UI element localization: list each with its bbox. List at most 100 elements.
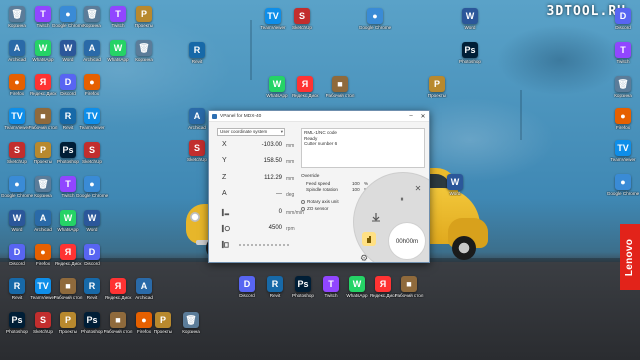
shortcut-label: Firefox [84, 91, 100, 96]
shortcut-label: Discord [84, 261, 100, 266]
desktop-shortcut[interactable]: ■ Рабочий стол [325, 76, 355, 110]
spindle-rotation-label: Spindle rotation [306, 187, 338, 192]
axis-label: X [222, 141, 227, 148]
shortcut-icon: W [60, 40, 76, 56]
desktop-shortcut[interactable]: R Revit [182, 42, 212, 76]
shortcut-icon: T [323, 276, 339, 292]
status-display: RML-1/NC code Ready Cutter number 6 [301, 128, 425, 168]
shortcut-icon: S [9, 142, 25, 158]
desktop-shortcut[interactable]: D Discord [77, 244, 107, 278]
pause-button[interactable]: ⏸ [397, 195, 407, 205]
vpanel-window[interactable]: VPanel for MDX-40 – ✕ User coordinate sy… [208, 110, 430, 263]
axis-row-z: Z 112.29 mm [212, 172, 298, 187]
axis-label: A [222, 190, 227, 197]
shortcut-icon: A [136, 278, 152, 294]
desktop-shortcut[interactable]: ● Google Chrome [76, 176, 108, 210]
desktop-shortcut[interactable]: W Word [77, 210, 107, 244]
shortcut-icon: ■ [60, 278, 76, 294]
desktop-shortcut[interactable]: P Проекты [422, 76, 452, 110]
desktop-shortcut[interactable]: ● Google Chrome [359, 8, 391, 42]
coordinate-system-select[interactable]: User coordinate system ▾ [217, 128, 285, 136]
shortcut-icon: S [189, 140, 205, 156]
shortcut-label: Photoshop [459, 59, 481, 64]
shortcut-label: Word [449, 191, 461, 196]
shortcut-label: Word [86, 227, 98, 232]
desktop-shortcut[interactable]: A Archicad [129, 278, 159, 312]
shortcut-icon: T [110, 6, 126, 22]
move-to-origin-button[interactable] [370, 211, 382, 223]
shortcut-label: Word [464, 25, 476, 30]
shortcut-icon: W [462, 8, 478, 24]
shortcut-icon: W [9, 210, 25, 226]
desktop-shortcut[interactable]: D Discord [608, 8, 638, 42]
desktop-shortcut[interactable]: ● Google Chrome [607, 174, 639, 208]
desktop-shortcut[interactable]: W Word [455, 8, 485, 42]
axis-label: Y [222, 157, 227, 164]
desktop-shortcut[interactable]: 🗑 Корзина [129, 40, 159, 74]
spindle-icon [221, 224, 230, 233]
desktop-shortcut[interactable]: TV TeamViewer [77, 108, 107, 142]
axis-row-y: Y 158.50 mm [212, 155, 298, 170]
shortcut-icon: P [60, 312, 76, 328]
axis-unit: deg [286, 191, 295, 198]
radio-icon [301, 199, 305, 204]
desktop-shortcut[interactable]: Я Яндекс.Диск [290, 76, 320, 110]
feed-rate-icon [221, 208, 230, 217]
settings-gear-icon[interactable]: ⚙ [358, 252, 370, 263]
shortcut-icon: P [155, 312, 171, 328]
axis-unit: mm [286, 158, 295, 165]
desktop-shortcut[interactable]: TV TeamViewer [258, 8, 288, 42]
desktop-shortcut[interactable]: P Проекты [129, 6, 159, 40]
desktop-shortcut[interactable]: W Word [440, 174, 470, 208]
close-button[interactable]: ✕ [417, 111, 429, 122]
shortcut-icon: ● [367, 8, 383, 24]
desktop-shortcut[interactable]: S SketchUp [77, 142, 107, 176]
close-x-icon[interactable]: ✕ [413, 183, 423, 193]
shortcut-icon: R [60, 108, 76, 124]
desktop-shortcut[interactable]: ● Firefox [77, 74, 107, 108]
desktop-shortcut[interactable]: Ps Photoshop [455, 42, 485, 76]
car-headlight [190, 212, 200, 222]
view-button[interactable] [362, 232, 376, 246]
axis-value: 112.29 [264, 175, 282, 181]
axis-unit: mm [286, 142, 295, 149]
desktop-shortcut[interactable]: 🗑 Корзина [608, 76, 638, 110]
status-line: Cutter number 6 [304, 141, 338, 147]
shortcut-label: Archicad [135, 295, 153, 300]
shortcut-icon: Я [297, 76, 313, 92]
axis-value: -103.00 [261, 142, 282, 148]
shortcut-icon: ● [9, 74, 25, 90]
shortcut-icon: W [60, 210, 76, 226]
desktop-shortcut[interactable]: ● Firefox [608, 108, 638, 142]
desktop-shortcut[interactable]: 🗑 Корзина [176, 312, 206, 346]
axis-label: Z [222, 174, 227, 181]
shortcut-icon: W [35, 40, 51, 56]
desktop-shortcut[interactable]: T Twitch [608, 42, 638, 76]
shortcut-icon: S [35, 312, 51, 328]
axis-row-a: A --- deg [212, 188, 298, 203]
window-titlebar[interactable]: VPanel for MDX-40 – ✕ [209, 111, 429, 122]
desktop-shortcut[interactable]: S SketchUp [287, 8, 317, 42]
shortcut-icon: D [615, 8, 631, 24]
shortcut-icon: S [294, 8, 310, 24]
shortcut-icon: 🗑 [615, 76, 631, 92]
shortcut-icon: T [60, 176, 76, 192]
app-icon [212, 113, 217, 119]
shortcut-icon: 🗑 [136, 40, 152, 56]
shortcut-icon: Ps [462, 42, 478, 58]
rotary-axis-option[interactable]: Rotary axis unit [301, 199, 339, 204]
zo-sensor-option[interactable]: ZO sensor [301, 206, 328, 211]
minimize-button[interactable]: – [405, 111, 417, 122]
origin-arrow-icon [372, 213, 380, 222]
shortcut-icon: D [60, 74, 76, 90]
shortcut-icon: ● [60, 6, 76, 22]
shortcut-label: Рабочий стол [394, 293, 424, 298]
shortcut-icon: D [84, 244, 100, 260]
shortcut-icon: W [269, 76, 285, 92]
desktop-shortcut[interactable]: ■ Рабочий стол [394, 276, 424, 310]
axis-row-x: X -103.00 mm [212, 139, 298, 154]
desktop-shortcut[interactable]: TV TeamViewer [608, 140, 638, 174]
shortcut-icon: Я [375, 276, 391, 292]
shortcut-label: Проекты [134, 23, 154, 28]
shortcut-icon: TV [615, 140, 631, 156]
